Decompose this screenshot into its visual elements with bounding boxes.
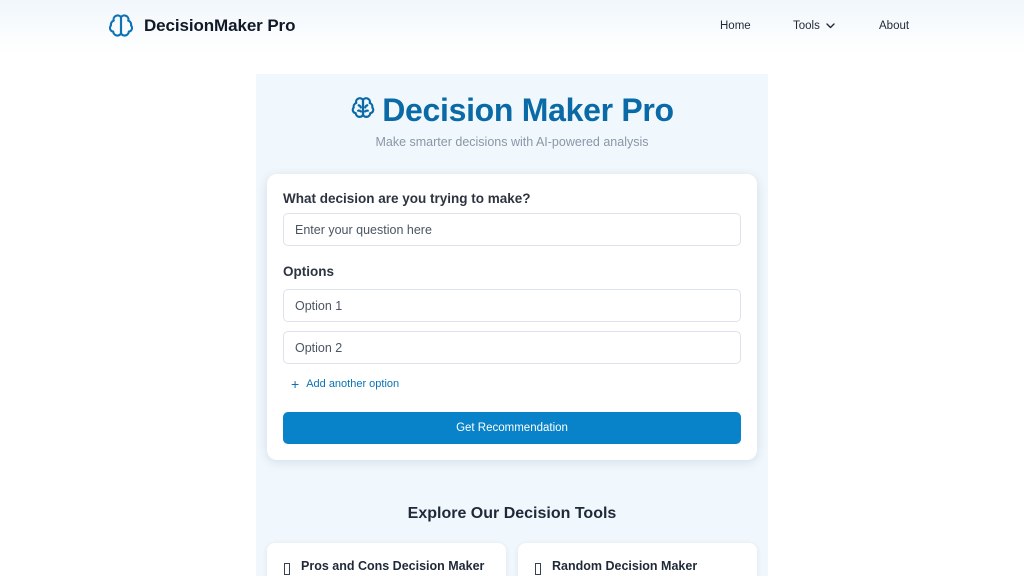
nav-about-link[interactable]: About [879,20,909,32]
options-label: Options [283,264,334,279]
nav-home-link[interactable]: Home [720,20,751,32]
page-title-text: Decision Maker Pro [382,92,674,128]
explore-section-title: Explore Our Decision Tools [407,505,617,522]
tool-card-random[interactable]: Random Decision Maker [518,543,757,576]
question-input[interactable] [283,213,741,246]
tool-icon [535,563,541,575]
plus-icon: + [291,376,300,392]
main-nav: Home Tools About [0,20,1024,36]
question-label: What decision are you trying to make? [283,191,531,206]
tool-card-title: Random Decision Maker [552,559,698,573]
tool-card-pros-cons[interactable]: Pros and Cons Decision Maker [267,543,506,576]
get-recommendation-button[interactable]: Get Recommendation [283,412,741,444]
add-option-button[interactable]: + Add another option [291,377,399,391]
brain-icon [350,95,376,126]
option-2-input[interactable] [283,331,741,364]
nav-tools-dropdown[interactable]: Tools [793,20,835,32]
top-navbar: DecisionMaker Pro Home Tools About [0,0,1024,54]
add-option-label: Add another option [306,378,400,390]
page-subtitle: Make smarter decisions with AI-powered a… [375,135,649,149]
chevron-down-icon [820,20,835,32]
tool-card-title: Pros and Cons Decision Maker [301,559,485,573]
page-title: Decision Maker Pro [0,92,1024,129]
option-1-input[interactable] [283,289,741,322]
nav-tools-label: Tools [793,20,820,32]
tool-icon [284,563,290,575]
